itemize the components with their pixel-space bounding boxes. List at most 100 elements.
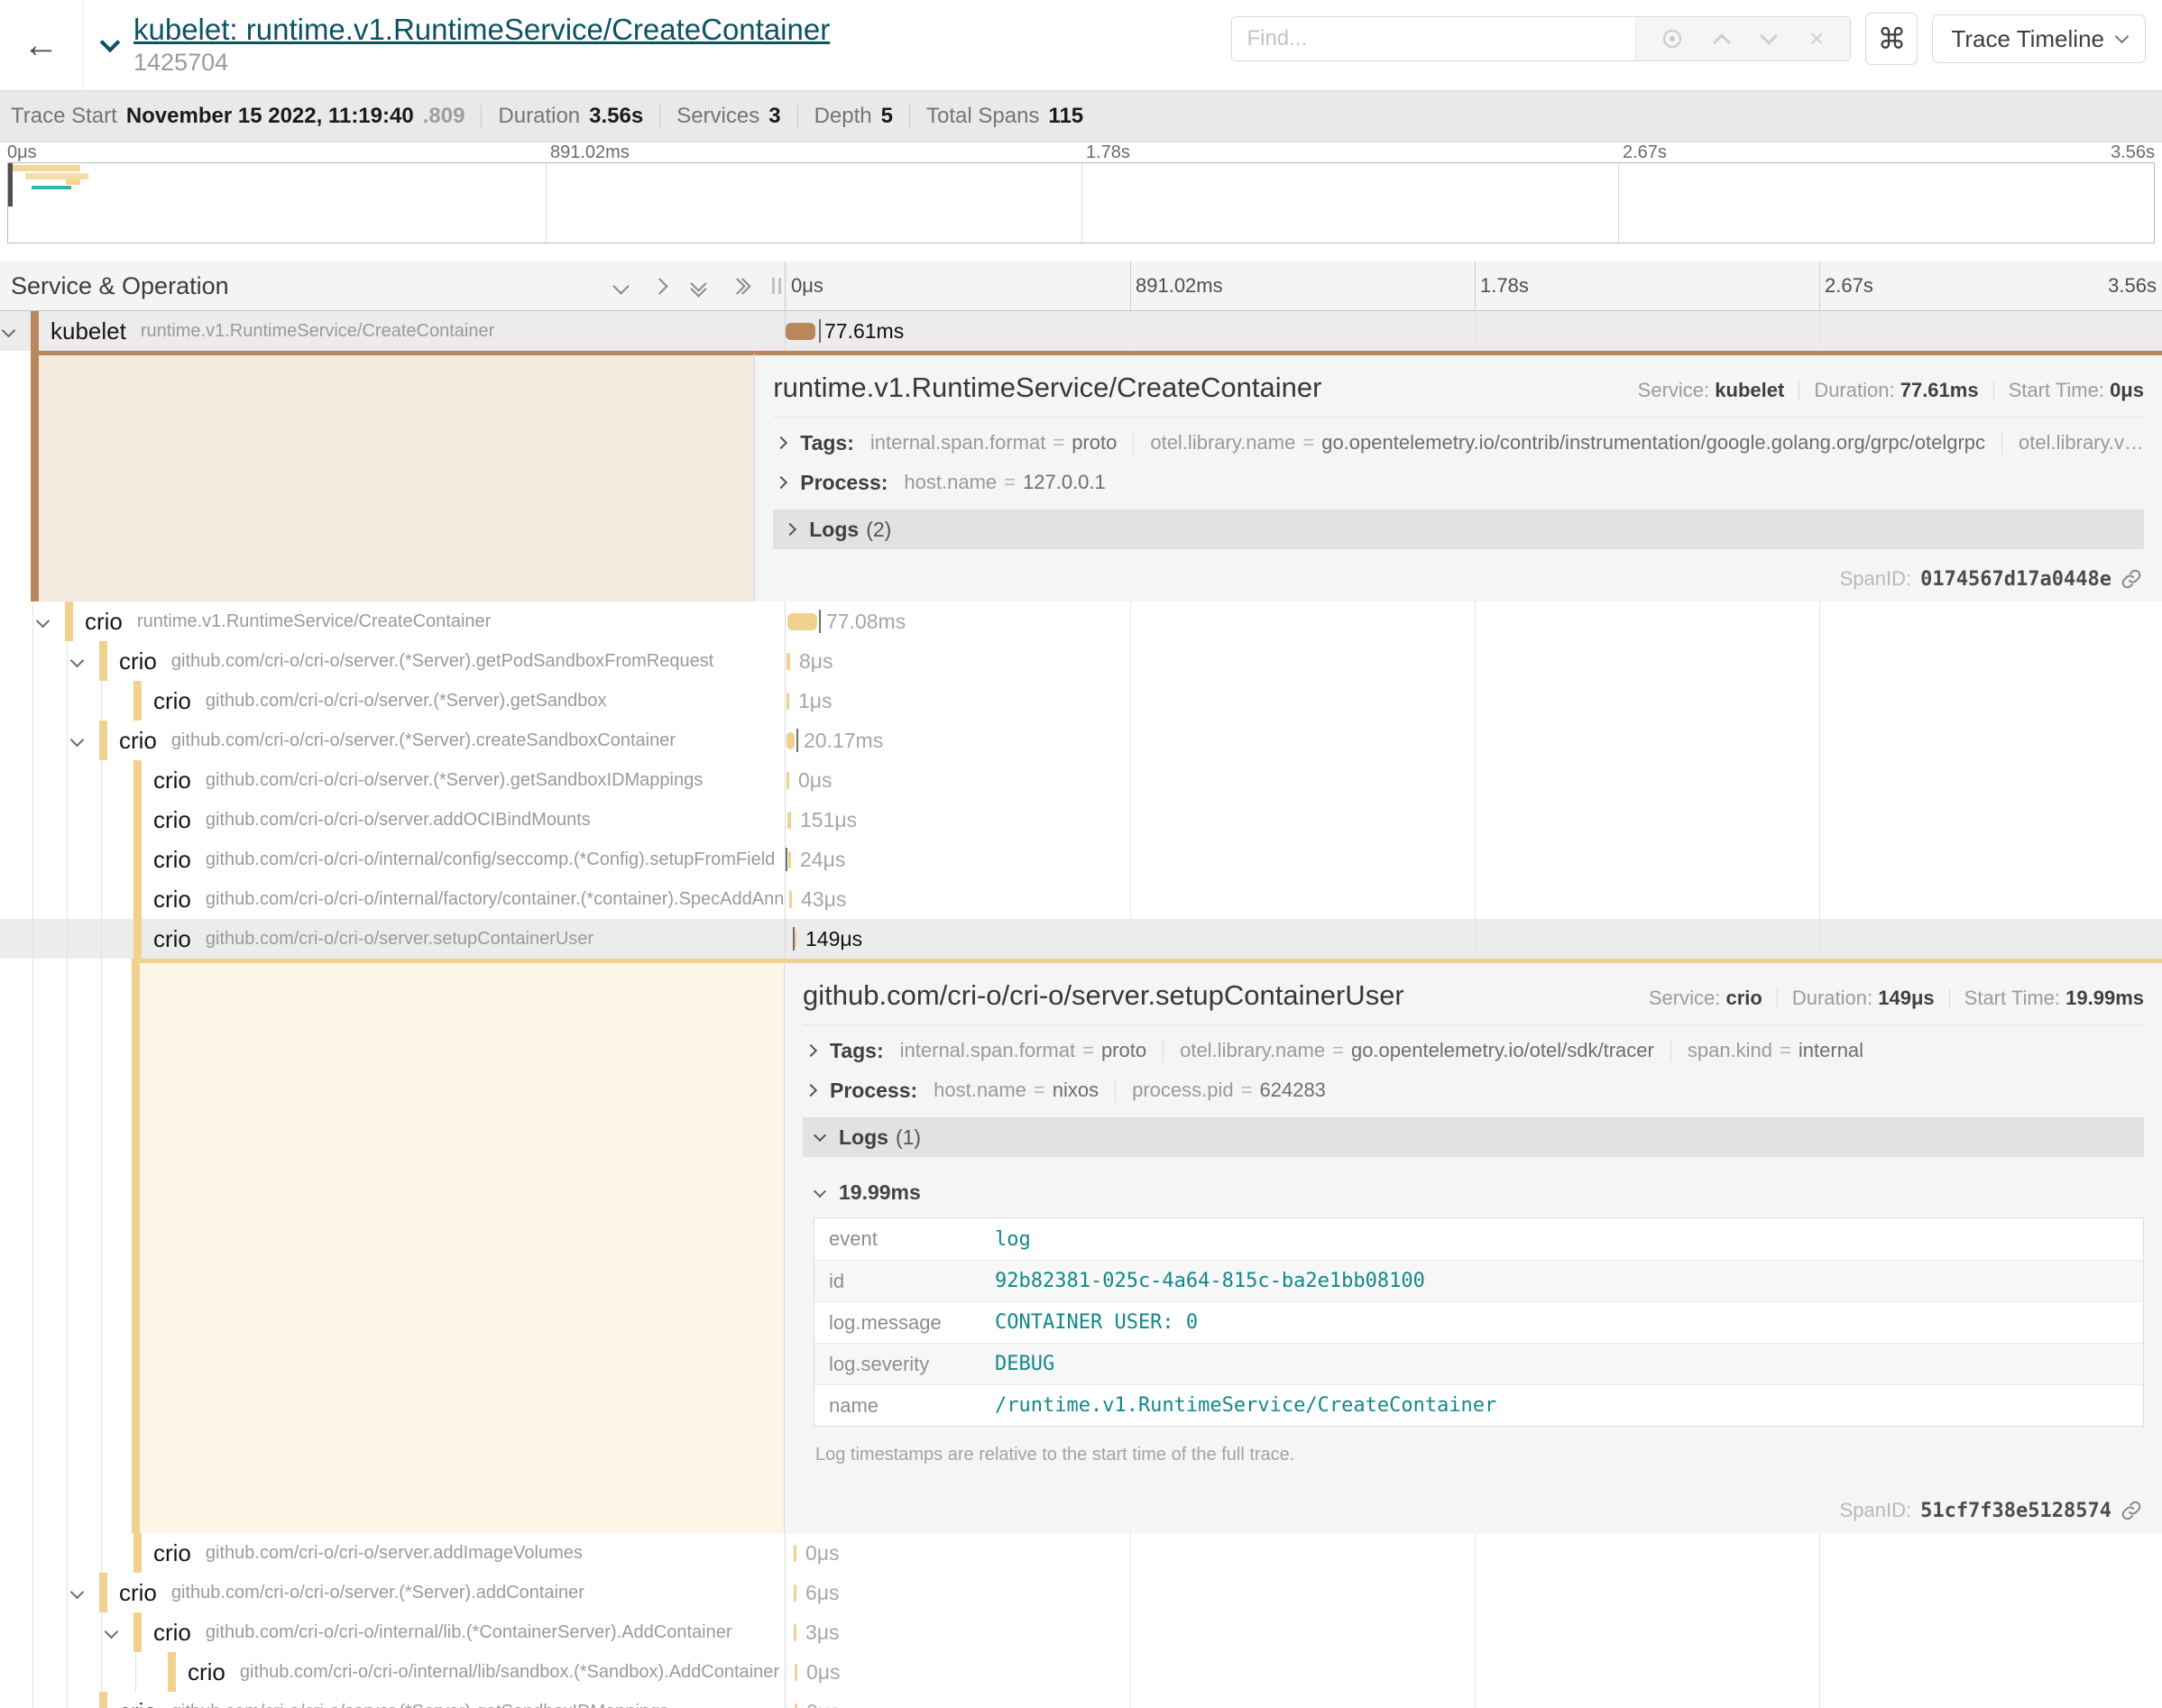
span-bar[interactable]: [787, 732, 795, 749]
minimap-canvas[interactable]: [7, 162, 2155, 243]
trace-start-ms: .809: [423, 104, 465, 129]
chevron-down-icon: [2115, 30, 2130, 44]
chevron-down-icon[interactable]: [70, 654, 85, 668]
span-operation: github.com/cri-o/cri-o/server.(*Server).…: [171, 730, 676, 751]
chevron-down-icon[interactable]: [36, 614, 51, 629]
indent-guide: [67, 1533, 68, 1573]
locate-icon[interactable]: [1663, 30, 1681, 48]
span-row-sandbox-addcontainer[interactable]: criogithub.com/cri-o/cri-o/internal/lib/…: [0, 1652, 2162, 1692]
process-row[interactable]: Process: host.name=127.0.0.1: [773, 463, 2144, 502]
span-row-seccomp-setupfromfield[interactable]: criogithub.com/cri-o/cri-o/internal/conf…: [0, 840, 2162, 879]
process-row[interactable]: Process: host.name=nixos process.pid=624…: [803, 1070, 2144, 1110]
total-spans-label: Total Spans: [926, 104, 1039, 129]
span-row-addcontainer[interactable]: criogithub.com/cri-o/cri-o/server.(*Serv…: [0, 1573, 2162, 1612]
expand-one-icon[interactable]: [651, 278, 667, 294]
logs-accordion[interactable]: Logs(1): [803, 1117, 2144, 1157]
indent-guide: [32, 1652, 33, 1692]
span-bar[interactable]: [787, 613, 817, 630]
expand-all-icon[interactable]: [731, 280, 749, 292]
chevron-down-icon[interactable]: [70, 733, 85, 748]
indent-guide: [32, 681, 33, 721]
back-button[interactable]: ←: [0, 0, 83, 90]
span-bar[interactable]: [795, 1664, 797, 1681]
copy-link-icon[interactable]: [2121, 568, 2142, 590]
chevron-down-icon[interactable]: [105, 1625, 119, 1639]
span-operation: github.com/cri-o/cri-o/internal/lib/sand…: [240, 1662, 779, 1683]
span-row-kubelet-createcontainer[interactable]: kubeletruntime.v1.RuntimeService/CreateC…: [0, 311, 2162, 351]
span-duration: 0μs: [806, 1692, 841, 1708]
tags-row[interactable]: Tags: internal.span.format=proto otel.li…: [773, 423, 2144, 463]
span-service: crio: [119, 727, 157, 755]
span-bar[interactable]: [787, 653, 790, 670]
trace-minimap[interactable]: 0μs 891.02ms 1.78s 2.67s 3.56s: [0, 142, 2162, 245]
trace-header-collapse-icon[interactable]: [100, 32, 121, 53]
span-detail-setupcontaineruser: github.com/cri-o/cri-o/server.setupConta…: [0, 959, 2162, 1533]
span-bar[interactable]: [787, 812, 791, 829]
viewport-scrubber-handle[interactable]: [8, 163, 13, 207]
minimap-tick: 1.78s: [1086, 142, 1130, 163]
span-row-createsandboxcontainer[interactable]: crio github.com/cri-o/cri-o/server.(*Serv…: [0, 721, 2162, 760]
prev-result-icon[interactable]: [1713, 33, 1731, 51]
next-result-icon[interactable]: [1760, 27, 1778, 45]
services-label: Services: [676, 104, 759, 129]
find-input[interactable]: [1232, 17, 1635, 60]
span-row-addimagevolumes[interactable]: criogithub.com/cri-o/cri-o/server.addIma…: [0, 1533, 2162, 1573]
span-bar[interactable]: [786, 323, 815, 340]
indent-guide: [32, 1573, 33, 1612]
span-service: crio: [153, 767, 191, 794]
log-entry-toggle[interactable]: 19.99ms: [815, 1180, 2144, 1205]
spanid-label: SpanID:: [1840, 567, 1912, 591]
span-row-crio-createcontainer[interactable]: crioruntime.v1.RuntimeService/CreateCont…: [0, 601, 2162, 641]
minimap-span: [66, 179, 80, 185]
chevron-down-icon[interactable]: [2, 324, 16, 338]
span-service: crio: [153, 687, 191, 715]
indent-guide: [101, 800, 102, 840]
span-bar[interactable]: [795, 1703, 797, 1708]
logs-accordion[interactable]: Logs(2): [773, 510, 2144, 549]
collapse-one-icon[interactable]: [612, 278, 629, 294]
indent-guide: [32, 1692, 33, 1708]
span-row-getsandbox[interactable]: criogithub.com/cri-o/cri-o/server.(*Serv…: [0, 681, 2162, 721]
span-row-setupcontaineruser[interactable]: criogithub.com/cri-o/cri-o/server.setupC…: [0, 919, 2162, 959]
span-bar[interactable]: [787, 772, 789, 789]
span-color-bar: [133, 800, 142, 840]
trace-view-selector-label: Trace Timeline: [1951, 25, 2104, 53]
span-bar[interactable]: [794, 1545, 796, 1562]
span-bar[interactable]: [787, 693, 789, 710]
column-resizer[interactable]: [772, 278, 781, 294]
trace-start-label: Trace Start: [11, 104, 117, 129]
span-row-addocibindmounts[interactable]: criogithub.com/cri-o/cri-o/server.addOCI…: [0, 800, 2162, 840]
indent-guide: [67, 919, 68, 959]
span-accent-bar: [132, 959, 140, 1533]
span-row-getsandboxidmappings-2[interactable]: criogithub.com/cri-o/cri-o/server.(*Serv…: [0, 1692, 2162, 1708]
clear-search-icon[interactable]: ×: [1809, 26, 1824, 51]
keyboard-shortcuts-button[interactable]: ⌘: [1865, 13, 1918, 65]
trace-title-link[interactable]: kubelet: runtime.v1.RuntimeService/Creat…: [133, 14, 830, 46]
indent-guide: [101, 1533, 102, 1573]
span-service: crio: [153, 886, 191, 914]
span-rows: kubeletruntime.v1.RuntimeService/CreateC…: [0, 311, 2162, 1708]
span-row-getpodsandboxfromrequest[interactable]: criogithub.com/cri-o/cri-o/server.(*Serv…: [0, 641, 2162, 681]
span-bar[interactable]: [788, 851, 791, 868]
span-color-bar: [133, 840, 142, 879]
indent-guide: [67, 1573, 68, 1612]
tags-row[interactable]: Tags: internal.span.format=proto otel.li…: [803, 1031, 2144, 1070]
copy-link-icon[interactable]: [2121, 1500, 2142, 1521]
trace-summary-bar: Trace Start November 15 2022, 11:19:40.8…: [0, 90, 2162, 142]
span-row-specaddannotations[interactable]: criogithub.com/cri-o/cri-o/internal/fact…: [0, 879, 2162, 919]
span-color-bar: [133, 919, 142, 959]
collapse-all-icon[interactable]: [693, 278, 704, 295]
span-bar[interactable]: [794, 1584, 796, 1602]
span-bar[interactable]: [789, 891, 792, 908]
span-row-lib-addcontainer[interactable]: criogithub.com/cri-o/cri-o/internal/lib.…: [0, 1612, 2162, 1652]
span-duration: 0μs: [806, 1652, 841, 1692]
span-operation: github.com/cri-o/cri-o/server.(*Server).…: [171, 651, 713, 672]
span-duration: 3μs: [805, 1612, 840, 1652]
trace-view-selector[interactable]: Trace Timeline: [1932, 14, 2146, 63]
chevron-down-icon[interactable]: [70, 1585, 85, 1600]
span-row-getsandboxidmappings[interactable]: criogithub.com/cri-o/cri-o/server.(*Serv…: [0, 760, 2162, 800]
span-bar[interactable]: [794, 1624, 796, 1641]
span-service: crio: [153, 1619, 191, 1647]
chevron-down-icon: [814, 1129, 826, 1142]
indent-guide: [67, 1652, 68, 1692]
